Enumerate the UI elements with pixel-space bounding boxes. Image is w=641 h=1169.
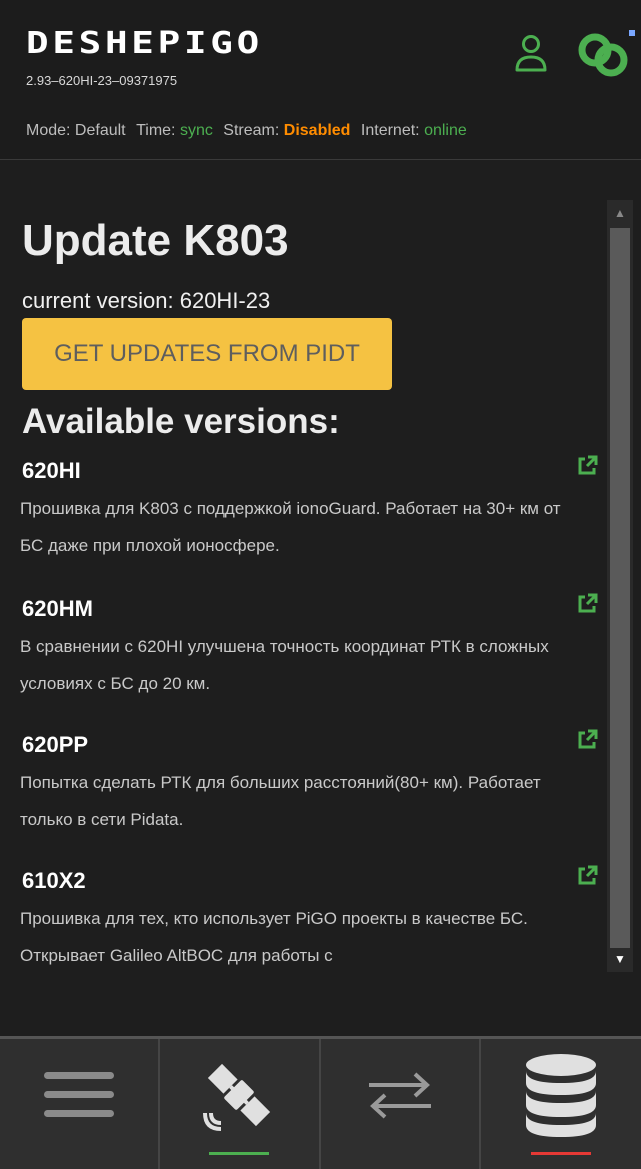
app-logo: DESHEPIGO	[26, 26, 263, 61]
scroll-up-arrow-icon[interactable]: ▲	[607, 200, 633, 226]
version-name: 620HM	[22, 596, 93, 621]
nav-database-button[interactable]	[481, 1039, 641, 1169]
internet-value: online	[424, 122, 467, 139]
external-link-icon[interactable]	[575, 864, 599, 888]
stream-label: Stream:	[223, 122, 280, 139]
external-link-icon[interactable]	[575, 728, 599, 752]
version-description: Прошивка для тех, кто использует PiGO пр…	[20, 909, 528, 965]
current-version: current version: 620HI-23	[22, 288, 271, 313]
version-name: 610X2	[22, 868, 86, 893]
device-serial: 2.93–620HI-23–09371975	[26, 73, 178, 88]
active-indicator	[530, 1152, 591, 1155]
mode-label: Mode:	[26, 122, 71, 139]
version-name: 620PP	[22, 732, 89, 757]
top-header: DESHEPIGO 2.93–620HI-23–09371975 Mode: D…	[0, 0, 641, 160]
stream-value: Disabled	[283, 122, 351, 139]
user-icon[interactable]	[514, 32, 548, 74]
time-label: Time:	[136, 122, 176, 139]
bottom-navigation	[0, 1036, 641, 1169]
version-name: 620HI	[22, 458, 81, 483]
status-bar: Mode: Default Time: sync Stream: Disable…	[26, 122, 467, 140]
scrollbar-thumb[interactable]	[610, 228, 630, 948]
internet-label: Internet:	[360, 122, 420, 139]
scrollbar[interactable]: ▲ ▼	[607, 200, 633, 972]
get-updates-button[interactable]: GET UPDATES FROM PIDT	[22, 318, 392, 390]
database-icon	[525, 1054, 596, 1137]
version-description: В сравнении с 620HI улучшена точность ко…	[20, 637, 549, 693]
satellite-icon	[203, 1063, 271, 1131]
nav-menu-button[interactable]	[0, 1039, 161, 1169]
page-title: Update K803	[22, 216, 289, 265]
nav-satellite-button[interactable]	[160, 1039, 321, 1169]
scroll-down-arrow-icon[interactable]: ▼	[607, 946, 633, 972]
time-value: sync	[179, 122, 213, 139]
available-versions-heading: Available versions:	[22, 402, 340, 441]
link-icon[interactable]	[571, 28, 635, 80]
mode-value: Default	[74, 122, 126, 139]
external-link-icon[interactable]	[575, 592, 599, 616]
version-description: Попытка сделать РТК для больших расстоян…	[20, 773, 541, 829]
menu-icon	[44, 1072, 115, 1117]
transfer-arrows-icon	[368, 1072, 431, 1119]
update-panel[interactable]: Update K803 current version: 620HI-23 GE…	[20, 160, 600, 1040]
external-link-icon[interactable]	[575, 454, 599, 478]
active-indicator	[209, 1152, 270, 1155]
version-description: Прошивка для K803 с поддержкой ionoGuard…	[20, 499, 561, 555]
nav-transfer-button[interactable]	[321, 1039, 481, 1169]
